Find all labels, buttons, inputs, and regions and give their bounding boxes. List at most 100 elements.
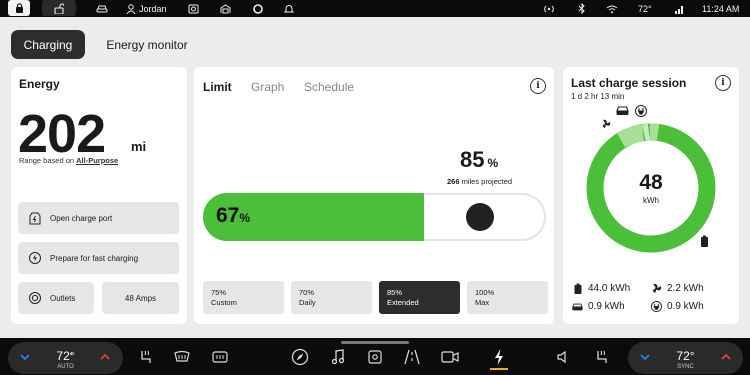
- lock-button[interactable]: [8, 0, 30, 16]
- preset-custom-value: 75%: [211, 288, 227, 297]
- charge-limit-target-unit: %: [487, 156, 499, 170]
- tab-schedule[interactable]: Schedule: [304, 80, 354, 94]
- car-icon: [616, 106, 629, 115]
- preset-max-value: 100%: [475, 288, 495, 297]
- seat-heat-icon: [141, 350, 151, 363]
- drive-modes-button[interactable]: [402, 347, 422, 367]
- battery-icon: [572, 283, 583, 294]
- wifi-status: [606, 0, 618, 17]
- open-charge-port-label: Open charge port: [50, 213, 113, 223]
- amps-button[interactable]: 48 Amps: [102, 282, 179, 314]
- cellular-icon: [675, 5, 683, 14]
- passenger-seat-heat-button[interactable]: [592, 347, 612, 367]
- camera-button[interactable]: [440, 347, 460, 367]
- vehicle-controls-icon: [368, 350, 382, 364]
- passenger-climate-control[interactable]: 72° SYNC: [628, 342, 743, 374]
- bluetooth-status: [578, 0, 586, 17]
- defrost-icon: [174, 350, 190, 362]
- rear-window-defrost-button[interactable]: [210, 347, 230, 367]
- session-total-value: 48: [639, 171, 663, 194]
- tab-graph[interactable]: Graph: [251, 80, 284, 94]
- car-icon: [572, 301, 583, 312]
- lock-icon: [15, 3, 23, 13]
- temp-up-arrow-icon[interactable]: [100, 353, 110, 361]
- session-total-unit: kWh: [643, 196, 659, 205]
- preset-custom[interactable]: 75% Custom: [203, 281, 284, 314]
- preset-daily-value: 70%: [299, 288, 315, 297]
- preset-extended[interactable]: 85% Extended: [379, 281, 460, 314]
- time-readout: 11:24 AM: [702, 3, 740, 14]
- tab-charging[interactable]: Charging: [11, 30, 85, 59]
- projected-suffix: miles projected: [459, 177, 513, 186]
- seat-heat-icon: [597, 350, 607, 363]
- rear-defrost-icon: [212, 351, 228, 363]
- preset-daily-label: Daily: [299, 298, 316, 308]
- circle-app-icon: [253, 3, 263, 14]
- driver-climate-control[interactable]: 72° AUTO: [8, 342, 123, 374]
- donut-climate-segment: [616, 124, 645, 148]
- energy-card: Energy 202 mi Range based on All-Purpose…: [11, 67, 187, 324]
- user-icon: [126, 3, 136, 14]
- volume-button[interactable]: [554, 347, 574, 367]
- outside-temperature: 72°: [638, 0, 652, 17]
- range-basis: Range based on All-Purpose: [19, 156, 118, 165]
- prepare-fast-charging-button[interactable]: Prepare for fast charging: [18, 242, 179, 274]
- seat-heat-button[interactable]: [136, 347, 156, 367]
- rear-defrost-button[interactable]: [172, 347, 192, 367]
- current-charge-value: 67: [216, 204, 240, 227]
- navigation-icon: [291, 348, 309, 366]
- app-shortcut[interactable]: [253, 0, 263, 17]
- bell-icon: [284, 4, 294, 12]
- car-status-button[interactable]: [96, 0, 108, 17]
- stat-vehicle: 0.9 kWh: [572, 301, 625, 312]
- stat-battery-value: 44.0 kWh: [588, 283, 631, 294]
- charge-limit-target-value: 85: [460, 147, 485, 172]
- fan-icon: [602, 119, 611, 128]
- active-app-indicator: [490, 368, 508, 370]
- lightning-icon: [495, 349, 503, 365]
- preset-extended-value: 85%: [387, 288, 403, 297]
- status-bar: Jordan 72° 11:24 AM: [0, 0, 750, 17]
- charge-limit-handle[interactable]: [466, 203, 494, 231]
- preset-daily[interactable]: 70% Daily: [291, 281, 372, 314]
- profile-name: Jordan: [139, 3, 167, 14]
- vehicle-controls-button[interactable]: [365, 347, 385, 367]
- last-charge-session-card: Last charge session 1 d 2 hr 13 min i 48…: [563, 67, 739, 324]
- notifications-button[interactable]: [284, 0, 294, 17]
- unlock-icon: [54, 2, 64, 14]
- info-icon[interactable]: i: [530, 78, 546, 94]
- drag-handle[interactable]: [341, 341, 409, 344]
- garage-status[interactable]: [220, 0, 231, 17]
- signal-status: [543, 0, 555, 17]
- signal-icon: [544, 5, 554, 12]
- unlock-button[interactable]: [42, 0, 76, 16]
- profile-button[interactable]: Jordan: [126, 0, 167, 17]
- tab-limit[interactable]: Limit: [203, 80, 232, 94]
- tab-charging-label: Charging: [23, 37, 73, 52]
- preset-extended-label: Extended: [387, 298, 419, 308]
- range-unit: mi: [131, 139, 147, 154]
- outlets-label: Outlets: [50, 293, 76, 303]
- passenger-temp-up-arrow-icon[interactable]: [721, 353, 731, 361]
- wifi-icon: [606, 5, 618, 13]
- open-charge-port-button[interactable]: Open charge port: [18, 202, 179, 234]
- range-value: 202: [18, 104, 106, 164]
- outlets-button[interactable]: Outlets: [18, 282, 94, 314]
- donut-plug-segment: [649, 123, 660, 141]
- fan-icon: [651, 283, 662, 294]
- preset-max[interactable]: 100% Max: [467, 281, 548, 314]
- fast-charge-icon: [28, 251, 42, 265]
- garage-icon: [220, 3, 231, 13]
- range-basis-link[interactable]: All-Purpose: [76, 156, 118, 165]
- passenger-mode: SYNC: [677, 364, 694, 370]
- camera-status[interactable]: [188, 0, 199, 17]
- tab-energy-monitor[interactable]: Energy monitor: [97, 30, 197, 59]
- temperature-readout: 72°: [638, 3, 652, 14]
- stat-climate-value: 2.2 kWh: [667, 283, 704, 294]
- clock: 11:24 AM: [702, 0, 739, 17]
- navigation-button[interactable]: [290, 347, 310, 367]
- media-button[interactable]: [328, 347, 348, 367]
- prepare-fast-charging-label: Prepare for fast charging: [50, 253, 139, 263]
- charging-app-button[interactable]: [489, 347, 509, 367]
- bluetooth-icon: [578, 3, 585, 14]
